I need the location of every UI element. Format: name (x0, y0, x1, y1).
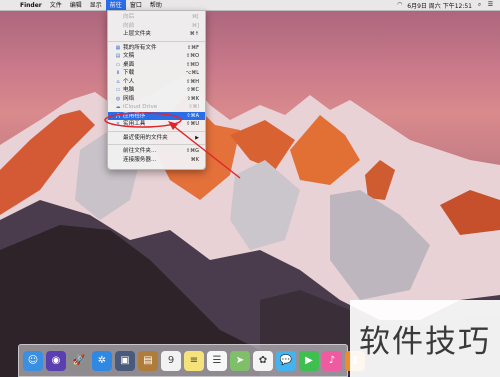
go-menu-item-label: 我的所有文件 (123, 44, 157, 51)
facetime-icon[interactable]: ▶ (299, 350, 319, 371)
go-menu-item[interactable]: ▤ 文稿 ⇧⌘O (108, 52, 205, 61)
go-menu-item-label: 最近使用的文件夹 (123, 134, 168, 141)
menu-window[interactable]: 窗口 (126, 0, 146, 11)
go-menu-item[interactable]: ⬇ 下载 ⌥⌘L (108, 69, 205, 78)
go-menu-item[interactable]: 前往文件夹... ⇧⌘G (108, 147, 205, 156)
watermark: 软件技巧 (350, 300, 500, 377)
go-menu-item-label: 电脑 (123, 87, 135, 93)
go-menu-item-label: 个人 (123, 78, 135, 85)
go-menu-item-shortcut: ⇧⌘O (185, 53, 199, 59)
go-menu-item-shortcut: ⇧⌘F (186, 44, 199, 51)
go-menu-item-shortcut: ⌘K (190, 156, 199, 163)
go-menu-item[interactable]: ▦ 我的所有文件 ⇧⌘F (108, 44, 205, 53)
go-menu-item: 向前 ⌘] (108, 22, 205, 31)
calendar-icon[interactable]: 9 (161, 350, 181, 371)
notes-icon[interactable]: ≡ (184, 350, 204, 371)
go-menu-item-shortcut: ⇧⌘D (185, 61, 199, 68)
blank-icon (114, 22, 122, 31)
menu-separator (108, 144, 205, 145)
go-menu-item[interactable]: ▭ 桌面 ⇧⌘D (108, 61, 205, 70)
documents-icon: ▤ (115, 53, 121, 59)
watermark-text: 软件技巧 (359, 324, 491, 360)
menu-file[interactable]: 文件 (46, 0, 66, 11)
all-my-files-icon: ▦ (115, 44, 121, 51)
go-menu-item-label: 桌面 (123, 61, 135, 68)
reminders-icon[interactable]: ☰ (207, 350, 227, 371)
menu-view[interactable]: 显示 (86, 0, 106, 11)
go-menu-item-label: 应用程序 (123, 112, 146, 119)
go-menu-item-label: 文稿 (123, 53, 135, 59)
go-menu-item-shortcut: ⇧⌘I (188, 104, 199, 110)
go-menu-item-shortcut: ⌥⌘L (185, 70, 199, 76)
menu-separator (108, 40, 205, 42)
downloads-icon: ⬇ (115, 70, 121, 76)
messages-icon[interactable]: 💬 (276, 350, 296, 371)
blank-icon (114, 134, 122, 143)
go-menu-item: ☁ iCloud Drive ⇧⌘I (108, 103, 205, 112)
blank-icon (114, 13, 122, 22)
go-menu-item-label: 向前 (123, 22, 135, 29)
blank-icon (114, 30, 122, 39)
go-menu-item-shortcut: ⇧⌘U (186, 121, 199, 127)
go-menu-item: 向后 ⌘[ (108, 13, 205, 22)
go-menu-item-shortcut: ⇧⌘K (186, 95, 199, 102)
menu-separator (108, 130, 205, 132)
go-menu-item-shortcut: ⌘] (192, 22, 199, 29)
dock: ☺◉🚀✲▣▤9≡☰➤✿💬▶♪▮ (18, 344, 365, 377)
blank-icon (114, 156, 122, 165)
utilities-icon: ✕ (115, 121, 121, 127)
applications-icon: ⋀ (115, 112, 121, 119)
safari-icon[interactable]: ✲ (92, 350, 112, 371)
go-menu-item[interactable]: ✕ 实用工具 ⇧⌘U (108, 120, 205, 129)
notification-center-icon[interactable]: ☰ (487, 2, 494, 8)
go-menu-item-label: 向后 (123, 14, 135, 20)
go-menu-item-shortcut: ⇧⌘G (185, 148, 199, 154)
go-menu-item-shortcut: ⇧⌘H (186, 78, 199, 85)
go-menu-item-shortcut: ⇧⌘C (186, 87, 199, 93)
go-menu-item-shortcut: ▶ (195, 134, 199, 141)
go-menu-item-shortcut: ⌘↑ (189, 31, 199, 37)
menu-bar: Finder 文件 编辑 显示 前往 窗口 帮助 ◠ 6月9日 周六 下午12:… (0, 0, 500, 11)
go-menu-item[interactable]: ⋀ 应用程序 ⇧⌘A (108, 111, 205, 120)
go-menu-dropdown: 向后 ⌘[向前 ⌘] 上层文件夹 ⌘↑ ▦ 我的所有文件 ⇧⌘F ▤ 文稿 ⇧⌘O ▭ 桌面 ⇧⌘D ⬇ 下载… (107, 10, 206, 170)
desktop-icon: ▭ (115, 61, 121, 68)
go-menu-item-label: 前往文件夹... (123, 148, 157, 154)
go-menu-item-label: 下载 (123, 70, 135, 76)
go-menu-item[interactable]: 连接服务器... ⌘K (108, 156, 205, 165)
go-menu-item-label: 网络 (123, 95, 135, 102)
clock[interactable]: 6月9日 周六 下午12:51 (407, 1, 472, 10)
photo-booth-icon[interactable]: ▣ (115, 350, 135, 371)
launchpad-icon[interactable]: 🚀 (69, 350, 89, 371)
menu-help[interactable]: 帮助 (146, 0, 166, 11)
menu-edit[interactable]: 编辑 (66, 0, 86, 11)
go-menu-item[interactable]: 最近使用的文件夹 ▶ (108, 134, 205, 143)
go-menu-item[interactable]: ◍ 网络 ⇧⌘K (108, 95, 205, 104)
network-icon: ◍ (115, 95, 121, 102)
home-icon: ⌂ (116, 78, 120, 85)
spotlight-search-icon[interactable]: ⌕ (476, 2, 483, 8)
blank-icon (114, 147, 122, 156)
maps-icon[interactable]: ➤ (230, 350, 250, 371)
go-menu-item[interactable]: ⌂ 个人 ⇧⌘H (108, 78, 205, 87)
go-menu-item[interactable]: 上层文件夹 ⌘↑ (108, 30, 205, 39)
icloud-icon: ☁ (115, 104, 121, 110)
menu-finder[interactable]: Finder (16, 0, 46, 11)
itunes-icon[interactable]: ♪ (322, 350, 342, 371)
go-menu-item-shortcut: ⇧⌘A (186, 112, 199, 119)
status-area: ◠ 6月9日 周六 下午12:51 ⌕ ☰ (396, 1, 500, 10)
photos-icon[interactable]: ✿ (253, 350, 273, 371)
go-menu-item-shortcut: ⌘[ (192, 14, 199, 20)
go-menu-item-label: 连接服务器... (123, 156, 157, 163)
menu-go[interactable]: 前往 (105, 0, 126, 11)
notes-book-icon[interactable]: ▤ (138, 350, 158, 371)
go-menu-item-label: 上层文件夹 (123, 31, 151, 37)
computer-icon: ▭ (115, 87, 121, 93)
go-menu-item-label: iCloud Drive (123, 104, 158, 110)
go-menu-item-label: 实用工具 (123, 121, 146, 127)
go-menu-item[interactable]: ▭ 电脑 ⇧⌘C (108, 86, 205, 95)
wifi-icon[interactable]: ◠ (396, 2, 403, 8)
finder-icon[interactable]: ☺ (23, 350, 43, 371)
siri-icon[interactable]: ◉ (46, 350, 66, 371)
